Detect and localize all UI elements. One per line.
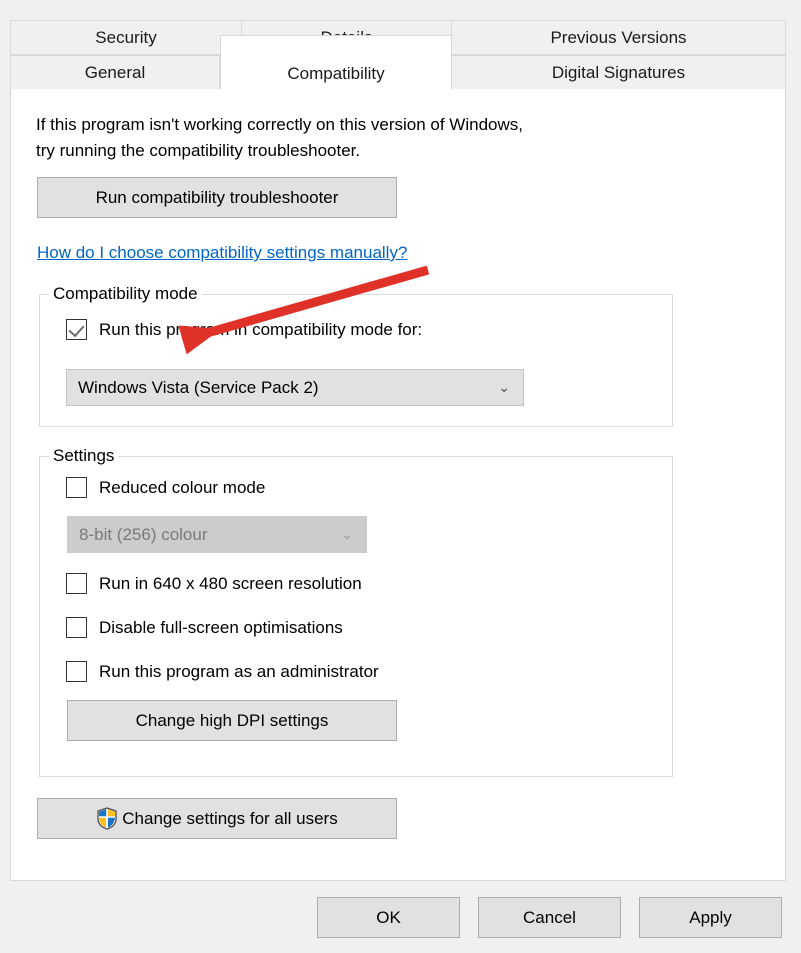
run-in-640x480-label: Run in 640 x 480 screen resolution — [99, 573, 362, 593]
cancel-button[interactable]: Cancel — [478, 897, 621, 938]
disable-fullscreen-optimisations-label: Disable full-screen optimisations — [99, 617, 343, 637]
run-in-compatibility-mode-label: Run this program in compatibility mode f… — [99, 319, 423, 339]
chevron-down-icon: ⌄ — [341, 526, 353, 542]
colour-depth-dropdown: 8-bit (256) colour ⌄ — [67, 516, 367, 553]
disable-fullscreen-optimisations-checkbox-row[interactable]: Disable full-screen optimisations — [66, 617, 343, 638]
compatibility-panel: If this program isn't working correctly … — [10, 89, 786, 881]
tab-strip: Security Details Previous Versions Gener… — [10, 20, 786, 90]
run-in-compatibility-mode-checkbox[interactable] — [66, 319, 87, 340]
compatibility-os-dropdown[interactable]: Windows Vista (Service Pack 2) ⌄ — [66, 369, 524, 406]
disable-fullscreen-optimisations-checkbox[interactable] — [66, 617, 87, 638]
compatibility-mode-group-title: Compatibility mode — [49, 284, 202, 304]
change-high-dpi-settings-label: Change high DPI settings — [135, 710, 329, 730]
settings-group: Settings Reduced colour mode 8-bit (256)… — [39, 446, 673, 777]
ok-button-label: OK — [376, 907, 401, 927]
chevron-down-icon: ⌄ — [498, 379, 510, 395]
apply-button-label: Apply — [689, 907, 732, 927]
uac-shield-icon — [96, 807, 118, 830]
tab-compatibility[interactable]: Compatibility — [220, 35, 452, 90]
tab-compatibility-label: Compatibility — [287, 64, 385, 83]
reduced-colour-mode-checkbox-row[interactable]: Reduced colour mode — [66, 477, 265, 498]
run-in-640x480-checkbox[interactable] — [66, 573, 87, 594]
run-compatibility-troubleshooter-button[interactable]: Run compatibility troubleshooter — [37, 177, 397, 218]
change-high-dpi-settings-button[interactable]: Change high DPI settings — [67, 700, 397, 741]
ok-button[interactable]: OK — [317, 897, 460, 938]
change-settings-for-all-users-label: Change settings for all users — [122, 808, 338, 828]
run-in-compatibility-mode-checkbox-row[interactable]: Run this program in compatibility mode f… — [66, 319, 422, 340]
cancel-button-label: Cancel — [523, 907, 576, 927]
compatibility-os-value: Windows Vista (Service Pack 2) — [78, 377, 319, 397]
tab-previous-versions[interactable]: Previous Versions — [452, 20, 786, 55]
run-as-administrator-label: Run this program as an administrator — [99, 661, 379, 681]
tab-digital-signatures-label: Digital Signatures — [551, 62, 686, 82]
run-compatibility-troubleshooter-label: Run compatibility troubleshooter — [95, 187, 339, 207]
tab-general[interactable]: General — [10, 55, 220, 90]
compatibility-help-link[interactable]: How do I choose compatibility settings m… — [37, 243, 407, 263]
tab-security[interactable]: Security — [10, 20, 242, 55]
settings-group-title: Settings — [49, 446, 119, 466]
apply-button[interactable]: Apply — [639, 897, 782, 938]
run-as-administrator-checkbox[interactable] — [66, 661, 87, 682]
tab-previous-versions-label: Previous Versions — [550, 27, 687, 47]
intro-line-2: try running the compatibility troublesho… — [36, 141, 361, 160]
tab-security-label: Security — [95, 27, 157, 47]
intro-text: If this program isn't working correctly … — [36, 112, 736, 164]
tab-general-label: General — [84, 62, 146, 82]
tab-row-bottom: General Compatibility Digital Signatures — [10, 35, 786, 90]
intro-line-1: If this program isn't working correctly … — [36, 115, 523, 134]
reduced-colour-mode-checkbox[interactable] — [66, 477, 87, 498]
colour-depth-value: 8-bit (256) colour — [79, 524, 208, 544]
compatibility-mode-group: Compatibility mode Run this program in c… — [39, 284, 673, 427]
reduced-colour-mode-label: Reduced colour mode — [99, 477, 266, 497]
change-settings-for-all-users-button[interactable]: Change settings for all users — [37, 798, 397, 839]
run-as-administrator-checkbox-row[interactable]: Run this program as an administrator — [66, 661, 379, 682]
tab-digital-signatures[interactable]: Digital Signatures — [452, 55, 786, 90]
run-in-640x480-checkbox-row[interactable]: Run in 640 x 480 screen resolution — [66, 573, 362, 594]
